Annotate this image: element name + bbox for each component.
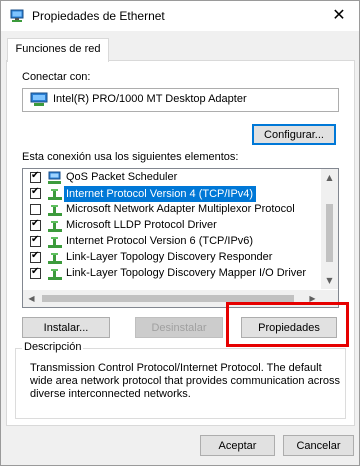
item-label: QoS Packet Scheduler xyxy=(66,171,178,183)
items-label: Esta conexión usa los siguientes element… xyxy=(22,151,239,163)
ok-button[interactable]: Aceptar xyxy=(200,435,275,456)
list-item[interactable]: Link-Layer Topology Discovery Responder xyxy=(23,250,318,266)
protocol-icon xyxy=(48,205,62,216)
vertical-scroll-thumb[interactable] xyxy=(326,204,333,262)
item-label: Link-Layer Topology Discovery Responder xyxy=(66,251,273,263)
list-item[interactable]: Microsoft LLDP Protocol Driver xyxy=(23,218,318,234)
list-item[interactable]: QoS Packet Scheduler xyxy=(23,170,318,186)
scroll-down-icon[interactable]: ▼ xyxy=(321,272,338,289)
components-list[interactable]: QoS Packet Scheduler Internet Protocol Ve… xyxy=(22,168,339,308)
horizontal-scroll-thumb[interactable] xyxy=(42,295,294,302)
description-group: Descripción Transmission Control Protoco… xyxy=(15,341,346,419)
configure-button[interactable]: Configurar... xyxy=(252,124,336,145)
protocol-icon xyxy=(48,269,62,280)
scroll-up-icon[interactable]: ▲ xyxy=(321,169,338,186)
adapter-name: Intel(R) PRO/1000 MT Desktop Adapter xyxy=(53,93,247,105)
vertical-scrollbar[interactable]: ▲ ▼ xyxy=(321,169,338,289)
protocol-icon xyxy=(48,221,62,232)
item-checkbox[interactable] xyxy=(30,266,41,279)
cancel-button[interactable]: Cancelar xyxy=(283,435,354,456)
network-card-icon xyxy=(30,92,48,106)
item-label: Microsoft LLDP Protocol Driver xyxy=(66,219,217,231)
item-checkbox[interactable] xyxy=(30,170,41,183)
item-checkbox[interactable] xyxy=(30,250,41,263)
title-bar: Propiedades de Ethernet ✕ xyxy=(1,1,359,31)
protocol-icon xyxy=(48,237,62,248)
window-title: Propiedades de Ethernet xyxy=(32,9,165,23)
scroll-left-icon[interactable]: ◀ xyxy=(23,290,40,307)
item-label: Microsoft Network Adapter Multiplexor Pr… xyxy=(66,203,295,215)
list-item[interactable]: Link-Layer Topology Discovery Mapper I/O… xyxy=(23,266,318,282)
item-checkbox[interactable] xyxy=(30,204,41,215)
list-item[interactable]: Internet Protocol Version 4 (TCP/IPv4) xyxy=(23,186,318,202)
network-adapter-icon xyxy=(10,9,24,22)
protocol-icon xyxy=(48,189,62,200)
item-checkbox[interactable] xyxy=(30,234,41,247)
uninstall-button[interactable]: Desinstalar xyxy=(135,317,223,338)
tab-panel: Conectar con: Intel(R) PRO/1000 MT Deskt… xyxy=(6,60,355,426)
properties-highlight-annotation xyxy=(226,302,349,347)
connect-using-label: Conectar con: xyxy=(22,71,91,83)
list-item[interactable]: Microsoft Network Adapter Multiplexor Pr… xyxy=(23,202,318,218)
description-text: Transmission Control Protocol/Internet P… xyxy=(30,362,340,400)
item-checkbox[interactable] xyxy=(30,186,41,199)
item-checkbox[interactable] xyxy=(30,218,41,231)
adapter-field: Intel(R) PRO/1000 MT Desktop Adapter xyxy=(22,88,339,112)
install-button[interactable]: Instalar... xyxy=(22,317,110,338)
close-button[interactable]: ✕ xyxy=(327,5,351,27)
list-item[interactable]: Internet Protocol Version 6 (TCP/IPv6) xyxy=(23,234,318,250)
tab-networking[interactable]: Funciones de red xyxy=(7,38,109,62)
protocol-icon xyxy=(48,253,62,264)
item-label: Link-Layer Topology Discovery Mapper I/O… xyxy=(66,267,307,279)
item-label: Internet Protocol Version 4 (TCP/IPv4) xyxy=(64,186,257,202)
service-icon xyxy=(48,171,61,184)
description-legend: Descripción xyxy=(22,341,84,353)
properties-dialog: Propiedades de Ethernet ✕ Funciones de r… xyxy=(0,0,360,466)
item-label: Internet Protocol Version 6 (TCP/IPv6) xyxy=(66,235,254,247)
